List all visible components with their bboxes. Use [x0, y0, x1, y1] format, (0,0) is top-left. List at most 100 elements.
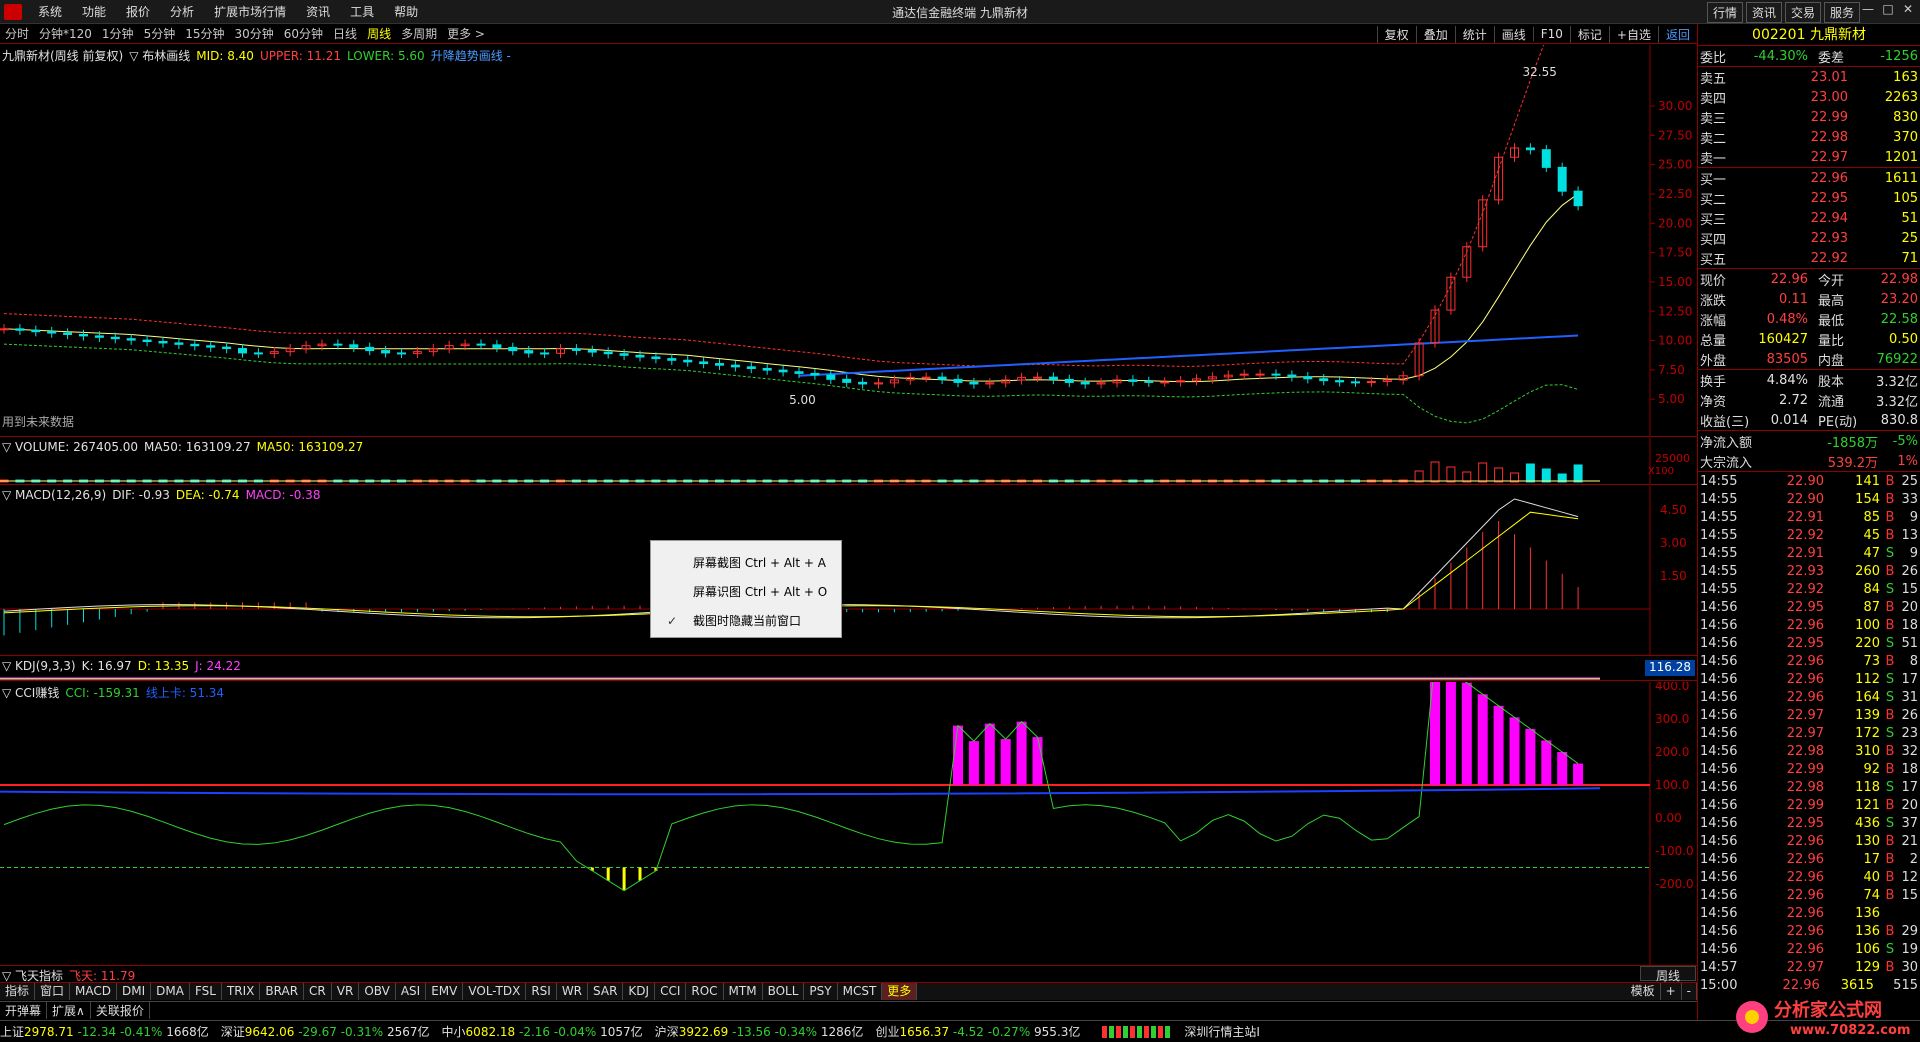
- ask-level-1[interactable]: 卖四 23.00 2263: [1698, 87, 1920, 107]
- indicator-tab-17[interactable]: KDJ: [623, 983, 656, 1000]
- minimize-icon[interactable]: —: [1860, 2, 1876, 18]
- menu-item-screenshot[interactable]: 屏幕截图 Ctrl + Alt + A: [651, 549, 841, 578]
- ask-level-4[interactable]: 卖一 22.97 1201: [1698, 147, 1920, 167]
- macd-name[interactable]: ▽ MACD(12,26,9): [2, 488, 106, 502]
- bottom-tab-1[interactable]: 扩展∧: [47, 1002, 91, 1019]
- period-tab-4[interactable]: 15分钟: [180, 25, 229, 42]
- bid-level-4[interactable]: 买五 22.92 71: [1698, 248, 1920, 268]
- index-quote-2[interactable]: 中小6082.18 -2.16 -0.04% 1057亿: [442, 1023, 643, 1040]
- indicator-tab-22[interactable]: PSY: [804, 983, 838, 1000]
- tool-button-7[interactable]: 返回: [1657, 25, 1697, 43]
- menu-item-4[interactable]: 扩展市场行情: [204, 3, 296, 20]
- tool-button-6[interactable]: +自选: [1608, 25, 1658, 43]
- menu-item-0[interactable]: 系统: [28, 3, 72, 20]
- indicator-tab-9[interactable]: VR: [332, 983, 360, 1000]
- indicator-tab-10[interactable]: OBV: [359, 983, 396, 1000]
- indicator-tab-19[interactable]: ROC: [686, 983, 724, 1000]
- feitian-name[interactable]: ▽ 飞天指标: [2, 969, 63, 983]
- menu-item-ocr[interactable]: 屏幕识图 Ctrl + Alt + O: [651, 578, 841, 607]
- macd-chart[interactable]: 4.50 3.00 1.50: [0, 486, 1697, 656]
- top-button-0[interactable]: 行情: [1706, 2, 1743, 23]
- ask-level-0[interactable]: 卖五 23.01 163: [1698, 67, 1920, 87]
- menu-item-5[interactable]: 资讯: [296, 3, 340, 20]
- index-quote-4[interactable]: 创业1656.37 -4.52 -0.27% 955.3亿: [875, 1023, 1080, 1040]
- indicator-tab-2[interactable]: MACD: [70, 983, 118, 1000]
- period-tab-8[interactable]: 周线: [362, 25, 396, 42]
- indicator-tab-7[interactable]: BRAR: [260, 983, 305, 1000]
- maximize-icon[interactable]: □: [1880, 2, 1896, 18]
- kdj-chart[interactable]: [0, 657, 1697, 681]
- kdj-name[interactable]: ▽ KDJ(9,3,3): [2, 659, 76, 673]
- bid-level-0[interactable]: 买一 22.96 1611: [1698, 168, 1920, 188]
- indicator-tab-23[interactable]: MCST: [838, 983, 883, 1000]
- indicator-tab-18[interactable]: CCI: [655, 983, 687, 1000]
- period-tab-9[interactable]: 多周期: [396, 25, 442, 42]
- bid-level-3[interactable]: 买四 22.93 25: [1698, 228, 1920, 248]
- menu-item-2[interactable]: 报价: [116, 3, 160, 20]
- tick-volume: 17: [1863, 851, 1880, 867]
- period-tab-7[interactable]: 日线: [328, 25, 362, 42]
- bottom-tab-0[interactable]: 开弹幕: [0, 1002, 48, 1019]
- tool-button-1[interactable]: 叠加: [1415, 25, 1455, 43]
- indicator-tab-1[interactable]: 窗口: [35, 983, 71, 1000]
- period-tab-5[interactable]: 30分钟: [229, 25, 278, 42]
- index-quote-3[interactable]: 沪深3922.69 -13.56 -0.34% 1286亿: [655, 1023, 864, 1040]
- tool-button-2[interactable]: 统计: [1454, 25, 1494, 43]
- ask-level-volume: 2263: [1884, 89, 1918, 105]
- indicator-right-1[interactable]: +: [1661, 983, 1682, 1000]
- bottom-tab-2[interactable]: 关联报价: [91, 1002, 150, 1019]
- indicator-tab-13[interactable]: VOL-TDX: [463, 983, 527, 1000]
- ask-level-3[interactable]: 卖二 22.98 370: [1698, 127, 1920, 147]
- tool-button-3[interactable]: 画线: [1493, 25, 1533, 43]
- indicator-tab-20[interactable]: MTM: [724, 983, 763, 1000]
- tool-button-4[interactable]: F10: [1532, 27, 1570, 41]
- indicator-tab-14[interactable]: RSI: [526, 983, 557, 1000]
- stock-code-name[interactable]: 002201 九鼎新材: [1698, 24, 1920, 46]
- indicator-tab-16[interactable]: SAR: [588, 983, 624, 1000]
- ask-level-2[interactable]: 卖三 22.99 830: [1698, 107, 1920, 127]
- indicator-tab-5[interactable]: FSL: [190, 983, 222, 1000]
- cci-chart[interactable]: 500.0400.0300.0200.0100.00.00-100.0-200.…: [0, 646, 1697, 966]
- indicator-tab-8[interactable]: CR: [304, 983, 332, 1000]
- index-amount: 1057亿: [596, 1025, 643, 1039]
- period-tab-0[interactable]: 分时: [0, 25, 34, 42]
- indicator-tab-15[interactable]: WR: [557, 983, 589, 1000]
- menu-item-6[interactable]: 工具: [340, 3, 384, 20]
- tool-button-0[interactable]: 复权: [1376, 25, 1416, 43]
- menu-item-1[interactable]: 功能: [72, 3, 116, 20]
- period-tab-1[interactable]: 分钟*120: [34, 25, 97, 42]
- index-quote-0[interactable]: 上证2978.71 -12.34 -0.41% 1668亿: [0, 1023, 209, 1040]
- indicator-right-2[interactable]: -: [1682, 983, 1697, 1000]
- menu-item-7[interactable]: 帮助: [384, 3, 428, 20]
- bid-level-1[interactable]: 买二 22.95 105: [1698, 188, 1920, 208]
- index-quote-1[interactable]: 深证9642.06 -29.67 -0.31% 2567亿: [221, 1023, 430, 1040]
- indicator-right-0[interactable]: 模板: [1626, 983, 1661, 1000]
- indicator-tab-24[interactable]: 更多: [882, 983, 918, 1000]
- status-server[interactable]: 深圳行情主站I: [1184, 1023, 1260, 1040]
- top-button-1[interactable]: 资讯: [1745, 2, 1782, 23]
- period-tab-3[interactable]: 5分钟: [139, 25, 181, 42]
- tool-button-5[interactable]: 标记: [1569, 25, 1609, 43]
- menu-item-hide-window[interactable]: ✓ 截图时隐藏当前窗口: [651, 607, 841, 636]
- watermark-logo: 分析家公式网 www.70822.com: [1730, 992, 1920, 1042]
- period-right-label[interactable]: 周线: [1640, 966, 1696, 983]
- indicator-tab-11[interactable]: ASI: [396, 983, 427, 1000]
- period-tab-6[interactable]: 60分钟: [279, 25, 328, 42]
- menu-item-3[interactable]: 分析: [160, 3, 204, 20]
- period-tab-2[interactable]: 1分钟: [97, 25, 139, 42]
- indicator-name[interactable]: ▽ 布林画线: [129, 49, 190, 63]
- indicator-tab-3[interactable]: DMI: [117, 983, 152, 1000]
- indicator-tab-12[interactable]: EMV: [426, 983, 464, 1000]
- indicator-tab-0[interactable]: 指标: [0, 983, 36, 1000]
- top-button-2[interactable]: 交易: [1784, 2, 1821, 23]
- indicator-tab-4[interactable]: DMA: [151, 983, 190, 1000]
- period-tab-10[interactable]: 更多 >: [442, 25, 490, 42]
- cci-name[interactable]: ▽ CCI赚钱: [2, 686, 59, 700]
- bid-level-2[interactable]: 买三 22.94 51: [1698, 208, 1920, 228]
- tick-count: 26: [1901, 707, 1918, 723]
- indicator-tab-6[interactable]: TRIX: [222, 983, 261, 1000]
- close-icon[interactable]: ✕: [1900, 2, 1916, 18]
- indicator-tab-21[interactable]: BOLL: [763, 983, 805, 1000]
- top-button-3[interactable]: 服务: [1823, 2, 1860, 23]
- kline-chart[interactable]: 30.00 27.50 25.00 22.50 20.00 17.50 15.00 12.50…: [0, 0, 1697, 437]
